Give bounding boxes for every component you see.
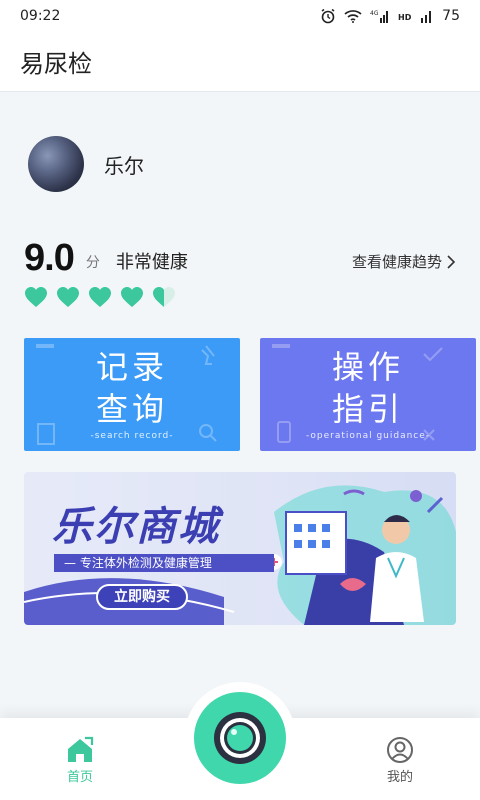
guide-card-title: 操作 指引 xyxy=(260,346,476,430)
camera-lens-icon xyxy=(214,712,266,764)
heart-icon xyxy=(89,287,111,307)
tab-mine[interactable]: 我的 xyxy=(360,736,440,785)
health-trend-link[interactable]: 查看健康趋势 xyxy=(352,251,456,272)
heart-icon xyxy=(25,287,47,307)
banner-title: 乐尔商城 xyxy=(52,504,220,550)
user-profile[interactable]: 乐尔 xyxy=(28,136,144,192)
heart-icon xyxy=(121,287,143,307)
tab-home-label: 首页 xyxy=(66,770,93,785)
score-unit: 分 xyxy=(85,255,100,271)
buy-now-button[interactable]: 立即购买 xyxy=(96,584,188,610)
hd-icon: HD xyxy=(398,13,412,22)
camera-scan-button[interactable] xyxy=(194,692,286,784)
record-title-line1: 记录 xyxy=(95,348,168,386)
guide-title-line1: 操作 xyxy=(331,348,404,386)
record-card-subtitle: -search record- xyxy=(90,431,174,441)
title-bar: 易尿检 xyxy=(0,32,480,92)
chevron-right-icon xyxy=(447,254,456,269)
alarm-icon xyxy=(321,8,335,24)
record-query-card[interactable]: 记录 查询 -search record- xyxy=(24,338,240,451)
operation-guide-card[interactable]: 操作 指引 -operational guidance- xyxy=(260,338,476,451)
heart-icon xyxy=(57,287,79,307)
svg-text:HD: HD xyxy=(398,13,412,22)
status-icons: 4G HD 75 xyxy=(320,8,460,24)
signal-icon xyxy=(421,11,432,23)
username: 乐尔 xyxy=(104,153,144,178)
mall-banner[interactable]: 乐尔商城 — 专注体外检测及健康管理 立即购买 xyxy=(24,472,456,625)
health-status: 非常健康 xyxy=(115,252,188,273)
wifi-icon xyxy=(344,10,362,23)
guide-title-line2: 指引 xyxy=(331,390,404,428)
health-rating-hearts xyxy=(24,286,176,308)
tab-home[interactable]: 首页 xyxy=(40,736,120,785)
page-title: 易尿检 xyxy=(20,50,92,78)
battery-level: 75 xyxy=(442,8,460,24)
heart-icon xyxy=(153,287,175,307)
health-score: 9.0 xyxy=(24,237,75,279)
home-icon xyxy=(68,736,94,762)
svg-text:4G: 4G xyxy=(370,10,379,17)
banner-slogan: — 专注体外检测及健康管理 xyxy=(54,554,274,572)
status-time: 09:22 xyxy=(20,8,61,24)
avatar[interactable] xyxy=(28,136,84,192)
signal-4g-icon: 4G xyxy=(370,10,389,23)
tab-mine-label: 我的 xyxy=(386,770,413,785)
record-card-title: 记录 查询 xyxy=(24,346,240,430)
health-score-row: 9.0 分 非常健康 查看健康趋势 xyxy=(24,232,456,278)
status-bar: 09:22 4G HD 75 xyxy=(0,0,480,32)
trend-link-label: 查看健康趋势 xyxy=(351,253,442,271)
user-icon xyxy=(387,737,413,763)
guide-card-subtitle: -operational guidance- xyxy=(305,431,431,441)
record-title-line2: 查询 xyxy=(95,390,168,428)
